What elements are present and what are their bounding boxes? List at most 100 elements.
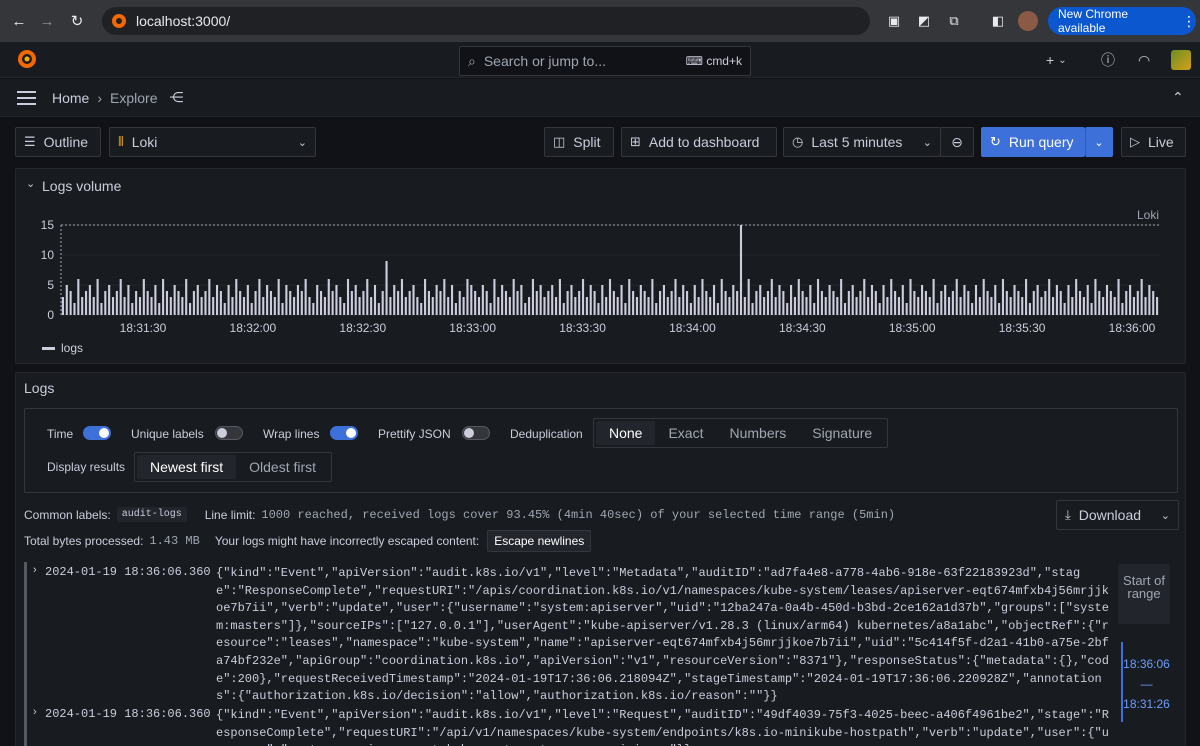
bar — [928, 297, 931, 315]
bar — [905, 303, 908, 315]
expand-chevron-icon[interactable]: › — [33, 564, 37, 576]
live-button[interactable]: ▷ Live — [1121, 127, 1186, 157]
log-row[interactable]: › 2024-01-19 18:36:06.360 {"kind":"Event… — [24, 562, 1112, 704]
x-tick-label: 18:33:30 — [559, 321, 606, 335]
unique-labels-toggle[interactable] — [215, 426, 243, 440]
newest-first-option[interactable]: Newest first — [137, 455, 237, 479]
bar — [1009, 297, 1012, 315]
bar — [169, 297, 172, 315]
bar — [435, 285, 438, 315]
x-tick-label: 18:32:00 — [230, 321, 277, 335]
dedup-option-none[interactable]: None — [596, 421, 656, 445]
profile-avatar-icon[interactable] — [1018, 11, 1038, 31]
dedup-option-numbers[interactable]: Numbers — [716, 421, 799, 445]
address-bar[interactable]: localhost:3000/ — [102, 7, 870, 35]
unique-labels-label: Unique labels — [131, 427, 204, 441]
y-tick-label: 10 — [41, 248, 55, 262]
bar — [269, 291, 273, 315]
start-of-range-button[interactable]: Start of range — [1118, 564, 1170, 624]
breadcrumb-current: Explore — [110, 89, 158, 106]
bar — [258, 279, 261, 315]
run-query-button[interactable]: ↻ Run query — [981, 127, 1085, 157]
expand-chevron-icon[interactable]: › — [33, 706, 37, 718]
bar — [759, 285, 762, 315]
side-panel-icon[interactable]: ◧ — [988, 11, 1008, 31]
time-range-picker[interactable]: ◷ Last 5 minutes ⌄ — [783, 127, 941, 157]
escape-newlines-button[interactable]: Escape newlines — [487, 530, 592, 552]
bar — [589, 285, 592, 315]
outline-button[interactable]: ☰ Outline — [15, 127, 101, 157]
refresh-icon: ↻ — [990, 134, 1001, 149]
add-new-button[interactable]: + ⌄ — [1046, 50, 1067, 70]
extension-icon[interactable]: ◩ — [914, 11, 934, 31]
new-chrome-available-button[interactable]: New Chrome available ⋮ — [1048, 7, 1196, 35]
bar — [489, 303, 492, 315]
download-button[interactable]: ⤓ Download ⌄ — [1056, 500, 1179, 530]
bar — [813, 303, 816, 315]
news-feed-icon[interactable]: ◠ — [1138, 50, 1150, 70]
bar — [1109, 291, 1112, 315]
run-query-dropdown[interactable]: ⌄ — [1085, 127, 1113, 157]
log-row[interactable]: › 2024-01-19 18:36:06.360 {"kind":"Event… — [24, 704, 1112, 746]
bar — [770, 279, 773, 315]
bar — [620, 285, 623, 315]
bar — [142, 279, 145, 315]
puzzle-extensions-icon[interactable]: ⧉ — [944, 11, 964, 31]
grafana-logo-icon[interactable] — [16, 48, 38, 70]
bar — [971, 303, 974, 315]
bar — [547, 291, 550, 315]
search-input[interactable]: ⌕ Search or jump to... ⌨ cmd+k — [459, 46, 751, 76]
run-query-label: Run query — [1008, 134, 1074, 150]
active-range[interactable]: 18:36:06 — 18:31:26 — [1121, 642, 1170, 722]
wrap-lines-toggle[interactable] — [330, 426, 358, 440]
series-corner-label: Loki — [1137, 208, 1159, 222]
bar — [809, 285, 812, 315]
logs-title: Logs — [24, 380, 55, 396]
bar — [119, 279, 122, 315]
forward-arrow-icon[interactable]: → — [36, 10, 58, 32]
bar — [628, 279, 631, 315]
bar — [366, 279, 369, 315]
breadcrumb-home[interactable]: Home — [52, 90, 89, 106]
bar — [624, 303, 627, 315]
datasource-picker[interactable]: ⦀ Loki ⌄ — [109, 127, 316, 157]
bar — [782, 291, 785, 315]
back-arrow-icon[interactable]: ← — [8, 10, 30, 32]
total-bytes-value: 1.43 MB — [149, 534, 200, 548]
dedup-option-signature[interactable]: Signature — [799, 421, 885, 445]
share-icon[interactable]: ⋲ — [170, 89, 184, 106]
prettify-json-toggle[interactable] — [462, 426, 490, 440]
user-avatar[interactable] — [1171, 50, 1191, 70]
chevron-down-icon: ⌄ — [297, 136, 307, 149]
oldest-first-option[interactable]: Oldest first — [236, 455, 329, 479]
bar — [1125, 291, 1128, 315]
bar — [1048, 279, 1051, 315]
split-button[interactable]: ◫ Split — [544, 127, 614, 157]
bar — [88, 285, 91, 315]
collapse-chevron-icon[interactable]: ⌃ — [1172, 89, 1184, 106]
bar — [639, 285, 642, 315]
add-to-dashboard-button[interactable]: ⊞ Add to dashboard — [621, 127, 777, 157]
dedup-option-exact[interactable]: Exact — [655, 421, 716, 445]
reload-icon[interactable]: ↻ — [66, 10, 88, 32]
bar — [462, 297, 465, 315]
bar — [316, 285, 319, 315]
chevron-down-icon: ⌄ — [922, 136, 932, 149]
bar — [566, 291, 569, 315]
notion-extension-icon[interactable]: ▣ — [884, 11, 904, 31]
bar — [947, 297, 951, 315]
chevron-down-icon: ⌄ — [1094, 136, 1104, 149]
bar — [223, 303, 226, 315]
range-end-time: 18:36:06 — [1123, 657, 1170, 671]
time-toggle[interactable] — [83, 426, 111, 440]
bar — [362, 291, 365, 315]
menu-icon[interactable] — [17, 91, 36, 105]
bar — [235, 279, 238, 315]
bar — [666, 297, 669, 315]
bar — [998, 303, 1001, 315]
zoom-out-button[interactable]: ⊖ — [940, 127, 974, 157]
help-icon[interactable]: ⓘ — [1101, 50, 1115, 70]
bar — [96, 279, 99, 315]
bar — [774, 297, 777, 315]
bar — [131, 303, 134, 315]
